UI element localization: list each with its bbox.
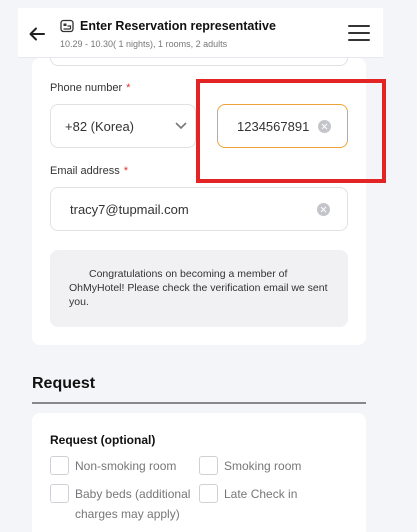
required-mark: * bbox=[123, 165, 128, 177]
email-label: Email address * bbox=[50, 165, 128, 177]
phone-input[interactable] bbox=[237, 105, 323, 147]
page-background bbox=[383, 0, 417, 532]
non-smoking-label[interactable]: Non-smoking room bbox=[75, 456, 176, 476]
request-heading: Request bbox=[32, 375, 96, 392]
divider bbox=[32, 402, 366, 404]
email-field[interactable] bbox=[50, 187, 348, 231]
chevron-down-icon bbox=[175, 122, 187, 129]
smoking-label[interactable]: Smoking room bbox=[224, 456, 301, 476]
late-check-in-label[interactable]: Late Check in bbox=[224, 484, 297, 504]
page: Enter Reservation representative 10.29 -… bbox=[0, 0, 417, 532]
page-title: Enter Reservation representative bbox=[80, 19, 276, 33]
smoking-checkbox[interactable] bbox=[199, 456, 218, 475]
late-check-in-checkbox[interactable] bbox=[199, 484, 218, 503]
arrow-left-icon[interactable] bbox=[27, 24, 47, 44]
hotel-icon bbox=[60, 19, 74, 33]
phone-field[interactable] bbox=[217, 104, 348, 148]
notice-text: Congratulations on becoming a member of … bbox=[69, 268, 328, 308]
request-label: Request (optional) bbox=[50, 433, 156, 447]
clear-phone-icon[interactable] bbox=[318, 120, 331, 133]
app-header: Enter Reservation representative 10.29 -… bbox=[18, 8, 383, 58]
email-input[interactable] bbox=[70, 188, 310, 230]
baby-beds-label[interactable]: Baby beds (additional charges may apply) bbox=[75, 484, 200, 524]
hamburger-menu-icon[interactable] bbox=[348, 23, 370, 43]
required-mark: * bbox=[126, 82, 131, 94]
clear-email-icon[interactable] bbox=[317, 203, 330, 216]
country-code-select[interactable]: +82 (Korea) bbox=[50, 104, 196, 148]
verification-notice: Congratulations on becoming a member of … bbox=[50, 250, 348, 327]
baby-beds-checkbox[interactable] bbox=[50, 484, 69, 503]
non-smoking-checkbox[interactable] bbox=[50, 456, 69, 475]
country-code-value: +82 (Korea) bbox=[65, 119, 135, 134]
phone-label: Phone number * bbox=[50, 82, 131, 94]
booking-summary: 10.29 - 10.30( 1 nights), 1 rooms, 2 adu… bbox=[60, 39, 228, 49]
